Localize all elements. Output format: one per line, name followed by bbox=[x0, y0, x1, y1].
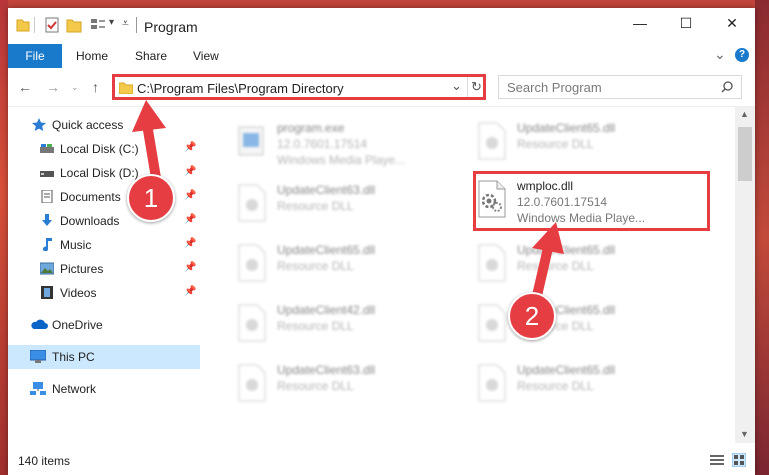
arrow-1-head bbox=[132, 100, 166, 132]
step-2-badge: 2 bbox=[508, 292, 556, 340]
annotation-arrows bbox=[132, 100, 564, 305]
arrow-2-head bbox=[532, 222, 564, 254]
desktop-background-left bbox=[0, 0, 8, 475]
step-1-badge: 1 bbox=[127, 174, 175, 222]
desktop-background-right bbox=[755, 0, 769, 475]
explorer-window: ▾ ⩡ Program — ☐ ✕ File Home Share View ⌄… bbox=[8, 8, 755, 475]
